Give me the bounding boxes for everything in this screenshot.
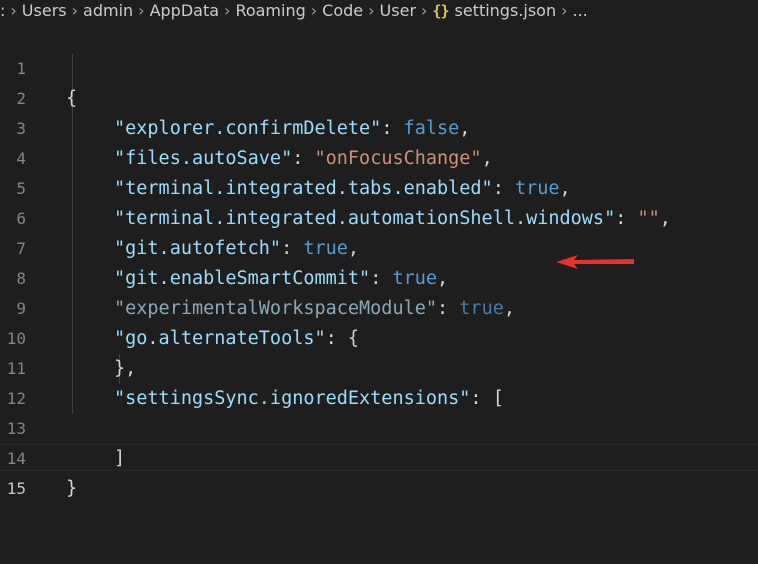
chevron-right-icon: › [368,1,375,20]
code-line[interactable]: 10 }, [0,294,758,379]
breadcrumb-roaming[interactable]: Roaming [235,2,305,20]
code-line[interactable]: 8 "experimentalWorkspaceModule": true, [0,234,758,319]
chevron-right-icon: › [421,1,428,20]
code-line[interactable]: 15 [0,444,758,498]
code-line[interactable]: 5 "terminal.integrated.automationShell.w… [0,144,758,229]
code-line[interactable]: 4 "terminal.integrated.tabs.enabled": tr… [0,114,758,199]
line-number: 15 [6,479,26,498]
breadcrumb-symbols[interactable]: ... [573,2,588,20]
chevron-right-icon: › [310,1,318,20]
breadcrumb-admin[interactable]: admin [83,2,133,20]
code-line[interactable]: 3 "files.autoSave": "onFocusChange", [0,84,758,169]
red-arrow-icon [556,255,634,269]
code-line[interactable]: 6 "git.autofetch": true, [0,174,758,259]
code-line[interactable]: 11 "settingsSync.ignoredExtensions": [ [0,324,758,409]
code-line[interactable]: 14 } [0,414,758,499]
code-text: } [66,478,78,499]
breadcrumb-user[interactable]: User [380,2,416,20]
code-line[interactable]: 2 "explorer.confirmDelete": false, [0,54,758,139]
breadcrumb-code[interactable]: Code [322,2,363,20]
code-editor[interactable]: 1 { 2 "explorer.confirmDelete": false, 3… [0,24,758,499]
code-line[interactable]: 13 ] [0,384,758,469]
breadcrumb-appdata[interactable]: AppData [150,2,219,20]
breadcrumb-users[interactable]: Users [22,2,67,20]
code-line[interactable]: 7 "git.enableSmartCommit": true, [0,204,758,289]
breadcrumb-drive[interactable]: : [0,2,5,20]
breadcrumb-file[interactable]: settings.json [454,2,556,20]
chevron-right-icon: › [10,1,17,20]
chevron-right-icon: › [138,1,145,20]
chevron-right-icon: › [71,1,79,20]
breadcrumb: : › Users › admin › AppData › Roaming › … [0,0,758,22]
code-line[interactable]: 1 { [0,24,758,109]
chevron-right-icon: › [561,1,568,20]
code-line[interactable]: 12 [0,354,758,408]
json-file-icon: {} [432,2,449,20]
code-line[interactable]: 9 "go.alternateTools": { [0,264,758,349]
chevron-right-icon: › [224,1,231,20]
